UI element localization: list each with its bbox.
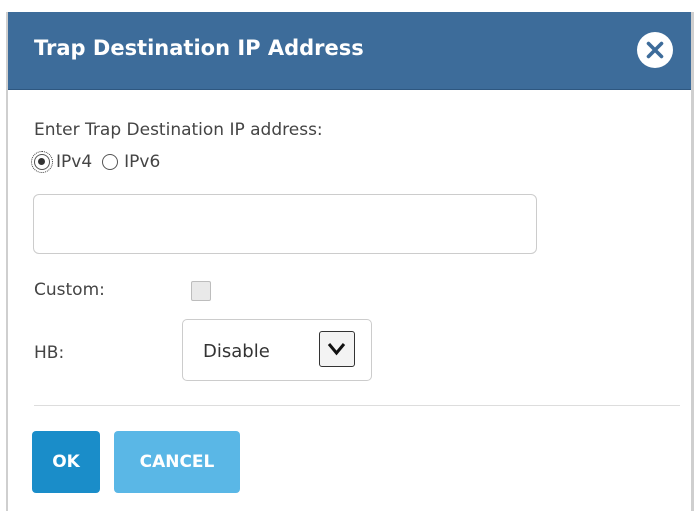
chevron-down-icon xyxy=(327,343,346,356)
ip-prompt-label: Enter Trap Destination IP address: xyxy=(34,120,323,140)
trap-destination-dialog: Trap Destination IP Address Enter Trap D… xyxy=(0,0,694,511)
ipv6-radio[interactable] xyxy=(102,154,119,170)
hb-dropdown-arrow[interactable] xyxy=(319,331,355,367)
ip-version-radio-group: IPv4 IPv6 xyxy=(31,150,170,174)
ipv4-radio[interactable] xyxy=(31,151,53,173)
cancel-button[interactable]: CANCEL xyxy=(114,431,240,493)
hb-select[interactable]: Disable xyxy=(182,319,372,381)
ipv6-radio-label[interactable]: IPv6 xyxy=(124,152,160,172)
custom-label: Custom: xyxy=(34,280,105,300)
dialog-title: Trap Destination IP Address xyxy=(34,36,364,60)
close-button[interactable] xyxy=(637,32,673,68)
dialog-frame-top xyxy=(0,0,694,12)
footer-divider xyxy=(34,405,680,406)
ipv4-radio-label[interactable]: IPv4 xyxy=(56,152,92,172)
custom-checkbox[interactable] xyxy=(191,281,211,301)
dialog-titlebar: Trap Destination IP Address xyxy=(8,12,691,90)
close-icon xyxy=(646,41,664,59)
hb-select-value: Disable xyxy=(203,341,270,362)
ok-button[interactable]: OK xyxy=(32,431,100,493)
hb-label: HB: xyxy=(34,343,65,363)
dialog-body: Enter Trap Destination IP address: IPv4 … xyxy=(8,90,691,511)
ip-address-input[interactable] xyxy=(33,194,537,254)
